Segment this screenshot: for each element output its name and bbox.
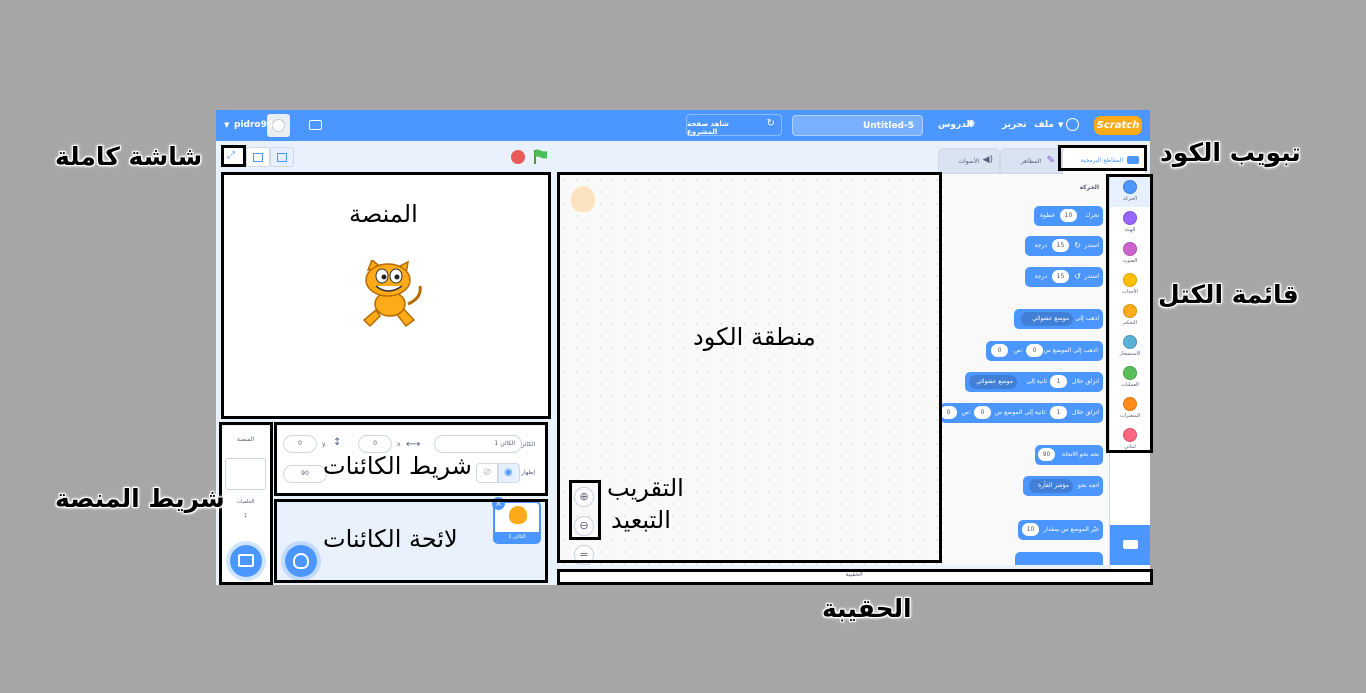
block-move-suffix: خطوة <box>1040 212 1055 219</box>
block-glide-random-input[interactable]: 1 <box>1050 375 1067 388</box>
block-turn-right-input[interactable]: 15 <box>1052 239 1069 252</box>
block-point-towards-dropdown[interactable]: مؤشر الفأرة <box>1029 479 1073 493</box>
block-point-direction-input[interactable]: 90 <box>1038 448 1055 461</box>
block-turn-left-text: استدر <box>1084 273 1099 280</box>
block-glide-xy[interactable]: انزلق خلال 1 ثانية إلى الموضع س: 0 ص: 0 <box>940 403 1103 423</box>
tab-costumes[interactable]: المظاهر ✎ <box>1000 148 1062 174</box>
my-stuff-folder-icon[interactable] <box>309 120 322 130</box>
block-glide-random[interactable]: انزلق خلال 1 ثانية إلى موضع عشوائي <box>965 372 1103 392</box>
block-turn-right-text: استدر <box>1084 242 1099 249</box>
small-stage-icon <box>253 153 263 162</box>
annotation-code-tab: تبويب الكود <box>1160 138 1301 167</box>
annotation-fullscreen: شاشة كاملة <box>55 142 203 171</box>
block-glide-random-text: انزلق خلال <box>1071 378 1099 385</box>
extension-button[interactable] <box>1110 525 1150 565</box>
add-extension-icon <box>1123 540 1138 549</box>
username-label[interactable]: pidro96 <box>234 120 273 130</box>
annotation-sprite-bar: شريط الكائنات <box>323 452 472 480</box>
tab-costumes-label: المظاهر <box>1020 158 1041 165</box>
block-glide-random-mid: ثانية إلى <box>1026 378 1047 385</box>
chevron-down-icon: ▼ <box>1058 121 1064 129</box>
large-stage-icon <box>277 153 287 162</box>
project-title-input[interactable]: Untitled-5 <box>792 115 923 136</box>
block-glide-xy-x[interactable]: 0 <box>974 406 991 419</box>
annotation-block-list: قائمة الكتل <box>1158 280 1299 309</box>
outline-fullscreen <box>221 145 246 167</box>
annotation-zoom-in: التقريب <box>607 474 684 502</box>
cat-avatar-icon <box>272 119 285 132</box>
outline-stage-bar <box>219 422 273 585</box>
palette-section-title: الحركة <box>1079 184 1100 191</box>
paintbrush-icon: ✎ <box>1046 155 1055 166</box>
block-turn-right[interactable]: استدر ↻ 15 درجة <box>1025 236 1103 256</box>
block-goto-xy[interactable]: اذهب إلى الموضع س: 0 ص: 0 <box>986 341 1103 361</box>
annotation-backpack: الحقيبة <box>822 594 912 623</box>
block-move[interactable]: تحرك 10 خطوة <box>1034 206 1103 226</box>
block-change-x[interactable]: غيّر الموضع س بمقدار 10 <box>1018 520 1103 540</box>
block-goto-xy-y[interactable]: 0 <box>991 344 1008 357</box>
block-turn-left-suffix: درجة <box>1034 273 1048 280</box>
block-point-towards-text: اتجه نحو <box>1078 482 1099 489</box>
annotation-sprite-list: لائحة الكائنات <box>323 525 458 553</box>
block-glide-xy-text: انزلق خلال <box>1071 409 1099 416</box>
annotation-zoom-out: التبعيد <box>611 506 671 534</box>
block-point-direction-text: تجه نحو الاتجاه <box>1062 451 1099 458</box>
tab-sounds[interactable]: الأصوات ◀) <box>938 148 1000 174</box>
block-goto-random-dropdown[interactable]: موضع عشوائي <box>1021 312 1073 326</box>
block-glide-xy-y-label: ص: <box>961 409 971 416</box>
block-move-text: تحرك <box>1085 212 1099 219</box>
annotation-stage: المنصة <box>349 200 418 228</box>
tab-sounds-label: الأصوات <box>958 158 979 165</box>
block-point-direction[interactable]: تجه نحو الاتجاه 90 <box>1035 445 1103 465</box>
block-goto-xy-y-label: ص: <box>1013 347 1023 354</box>
rotate-right-icon: ↻ <box>1074 241 1081 250</box>
stop-icon[interactable] <box>511 150 525 164</box>
outline-zoom <box>569 480 601 540</box>
outline-block-list <box>1106 174 1153 453</box>
block-palette: الحركة تحرك 10 خطوة استدر ↻ 15 درجة استد… <box>940 174 1109 565</box>
block-move-input[interactable]: 10 <box>1060 209 1077 222</box>
project-title-text: Untitled-5 <box>862 121 914 131</box>
block-goto-random[interactable]: اذهب إلى موضع عشوائي <box>1014 309 1103 329</box>
block-goto-xy-x[interactable]: 0 <box>1026 344 1043 357</box>
block-goto-xy-text: اذهب إلى الموضع س: <box>1043 347 1099 354</box>
tutorials-menu[interactable]: الدروس <box>938 120 973 130</box>
block-glide-xy-y[interactable]: 0 <box>940 406 957 419</box>
file-menu[interactable]: ملف <box>1034 120 1054 130</box>
refresh-icon: ↻ <box>766 118 775 129</box>
green-flag-icon[interactable] <box>532 148 549 169</box>
scratch-logo[interactable]: Scratch <box>1094 116 1142 135</box>
block-change-x-input[interactable]: 10 <box>1022 523 1039 536</box>
see-project-page-button[interactable]: شاهد صفحة المشروع ↻ <box>686 114 782 136</box>
edit-menu[interactable]: تحرير <box>1002 120 1026 130</box>
block-point-towards[interactable]: اتجه نحو مؤشر الفأرة <box>1023 476 1103 496</box>
annotation-code-area: منطقة الكود <box>693 323 816 351</box>
annotation-stage-bar: شريط المنصة <box>55 484 225 513</box>
small-stage-button[interactable] <box>246 147 270 167</box>
language-globe-icon[interactable] <box>1066 118 1079 131</box>
outline-code-tab <box>1058 145 1147 171</box>
block-glide-xy-input[interactable]: 1 <box>1050 406 1067 419</box>
speaker-icon: ◀) <box>982 155 993 165</box>
account-chevron-down-icon: ▼ <box>224 121 230 129</box>
block-partial[interactable] <box>1015 552 1103 565</box>
block-goto-random-text: اذهب إلى <box>1075 315 1099 322</box>
rotate-left-icon: ↺ <box>1074 272 1081 281</box>
block-glide-random-dropdown[interactable]: موضع عشوائي <box>969 375 1017 389</box>
menu-bar: Scratch ▼ ملف تحرير ✺ الدروس Untitled-5 … <box>216 110 1150 141</box>
block-turn-right-suffix: درجة <box>1034 242 1048 249</box>
block-glide-xy-mid: ثانية إلى الموضع س: <box>994 409 1047 416</box>
outline-code-area <box>557 172 942 563</box>
see-project-page-label: شاهد صفحة المشروع <box>687 120 729 136</box>
large-stage-button[interactable] <box>270 147 294 167</box>
outline-backpack <box>557 569 1153 585</box>
block-turn-left-input[interactable]: 15 <box>1052 270 1069 283</box>
block-change-x-text: غيّر الموضع س بمقدار <box>1043 526 1099 533</box>
block-turn-left[interactable]: استدر ↺ 15 درجة <box>1025 267 1103 287</box>
